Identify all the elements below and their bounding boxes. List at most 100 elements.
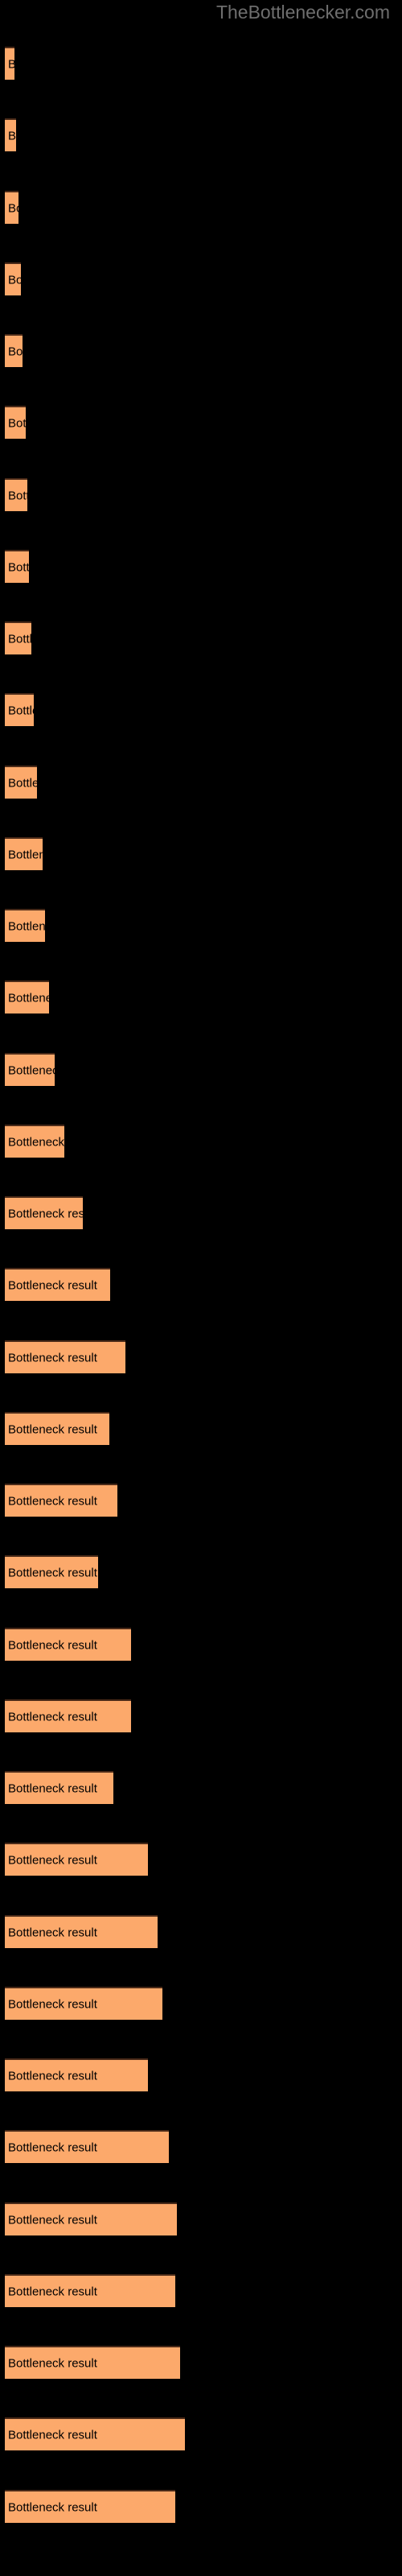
- bar-row: Bottleneck result: [0, 1196, 402, 1229]
- bar-label: Bottleneck result: [8, 2213, 97, 2227]
- bar-row: Bottleneck result: [0, 1628, 402, 1661]
- bar-label: Bottleneck result: [8, 1351, 97, 1364]
- bar-label: Bottleneck result: [8, 57, 14, 71]
- bar[interactable]: Bottleneck result: [5, 1268, 110, 1301]
- bar[interactable]: Bottleneck result: [5, 766, 37, 799]
- bar-row: Bottleneck result: [0, 2346, 402, 2379]
- bar-row: Bottleneck result: [0, 909, 402, 942]
- bar-label: Bottleneck result: [8, 1997, 97, 2011]
- bar-row: Bottleneck result: [0, 1125, 402, 1158]
- bar[interactable]: Bottleneck result: [5, 478, 27, 511]
- bar[interactable]: Bottleneck result: [5, 2202, 177, 2235]
- bar[interactable]: Bottleneck result: [5, 2274, 175, 2307]
- bar[interactable]: Bottleneck result: [5, 1771, 113, 1804]
- bar-label: Bottleneck result: [8, 704, 34, 717]
- bar-label: Bottleneck result: [8, 129, 16, 142]
- bar-label: Bottleneck result: [8, 345, 23, 358]
- bar[interactable]: Bottleneck result: [5, 621, 31, 654]
- bar[interactable]: Bottleneck result: [5, 262, 21, 295]
- bar[interactable]: Bottleneck result: [5, 2490, 175, 2523]
- bar-row: Bottleneck result: [0, 1268, 402, 1301]
- bar-label: Bottleneck result: [8, 1494, 97, 1508]
- bar-row: Bottleneck result: [0, 2058, 402, 2091]
- bar-row: Bottleneck result: [0, 406, 402, 439]
- bar-row: Bottleneck result: [0, 1915, 402, 1948]
- bar-label: Bottleneck result: [8, 1422, 97, 1436]
- bar-label: Bottleneck result: [8, 776, 37, 790]
- bar-row: Bottleneck result: [0, 478, 402, 511]
- bar[interactable]: Bottleneck result: [5, 191, 18, 224]
- bar-label: Bottleneck result: [8, 991, 49, 1005]
- bar[interactable]: Bottleneck result: [5, 334, 23, 367]
- bar-row: Bottleneck result: [0, 1699, 402, 1732]
- bar-label: Bottleneck result: [8, 1781, 97, 1795]
- bar[interactable]: Bottleneck result: [5, 118, 16, 151]
- bar-row: Bottleneck result: [0, 191, 402, 224]
- bar-label: Bottleneck result: [8, 1926, 97, 1939]
- bar[interactable]: Bottleneck result: [5, 1555, 98, 1588]
- bar-row: Bottleneck result: [0, 980, 402, 1013]
- bar-label: Bottleneck result: [8, 273, 21, 287]
- bar[interactable]: Bottleneck result: [5, 550, 29, 583]
- bar[interactable]: Bottleneck result: [5, 2058, 148, 2091]
- bar-label: Bottleneck result: [8, 2285, 97, 2298]
- bar-row: Bottleneck result: [0, 693, 402, 726]
- bar-label: Bottleneck result: [8, 1566, 97, 1579]
- bar-row: Bottleneck result: [0, 837, 402, 870]
- bar-label: Bottleneck result: [8, 2500, 97, 2514]
- bar-row: Bottleneck result: [0, 766, 402, 799]
- bar-label: Bottleneck result: [8, 560, 29, 574]
- bar-label: Bottleneck result: [8, 1135, 64, 1149]
- bar-row: Bottleneck result: [0, 47, 402, 80]
- bar-row: Bottleneck result: [0, 1843, 402, 1876]
- bar-row: Bottleneck result: [0, 334, 402, 367]
- bar-label: Bottleneck result: [8, 1063, 55, 1077]
- bar[interactable]: Bottleneck result: [5, 693, 34, 726]
- bar-label: Bottleneck result: [8, 2356, 97, 2370]
- bar-row: Bottleneck result: [0, 1484, 402, 1517]
- bar-label: Bottleneck result: [8, 1638, 97, 1652]
- bar[interactable]: Bottleneck result: [5, 1628, 131, 1661]
- bar[interactable]: Bottleneck result: [5, 406, 26, 439]
- bar-row: Bottleneck result: [0, 1340, 402, 1373]
- bar[interactable]: Bottleneck result: [5, 1987, 162, 2020]
- bar-label: Bottleneck result: [8, 632, 31, 646]
- bar-row: Bottleneck result: [0, 1987, 402, 2020]
- bar[interactable]: Bottleneck result: [5, 909, 45, 942]
- bar[interactable]: Bottleneck result: [5, 980, 49, 1013]
- bar-row: Bottleneck result: [0, 262, 402, 295]
- bar[interactable]: Bottleneck result: [5, 837, 43, 870]
- bar[interactable]: Bottleneck result: [5, 1196, 83, 1229]
- bar[interactable]: Bottleneck result: [5, 1843, 148, 1876]
- bar[interactable]: Bottleneck result: [5, 1125, 64, 1158]
- bar-label: Bottleneck result: [8, 2428, 97, 2442]
- bar-row: Bottleneck result: [0, 1053, 402, 1086]
- bar-label: Bottleneck result: [8, 1710, 97, 1724]
- bar-label: Bottleneck result: [8, 1853, 97, 1867]
- bar-label: Bottleneck result: [8, 1207, 83, 1220]
- bar-label: Bottleneck result: [8, 2140, 97, 2154]
- chart-page: TheBottlenecker.com Bottleneck resultBot…: [0, 0, 402, 2576]
- bar-label: Bottleneck result: [8, 1278, 97, 1292]
- bar-row: Bottleneck result: [0, 2490, 402, 2523]
- bar[interactable]: Bottleneck result: [5, 1915, 158, 1948]
- bar-label: Bottleneck result: [8, 489, 27, 502]
- bar[interactable]: Bottleneck result: [5, 2346, 180, 2379]
- bar[interactable]: Bottleneck result: [5, 1053, 55, 1086]
- bar[interactable]: Bottleneck result: [5, 1484, 117, 1517]
- bar[interactable]: Bottleneck result: [5, 1412, 109, 1445]
- bar-row: Bottleneck result: [0, 2417, 402, 2450]
- bar[interactable]: Bottleneck result: [5, 2417, 185, 2450]
- bar-row: Bottleneck result: [0, 1412, 402, 1445]
- bar-row: Bottleneck result: [0, 1771, 402, 1804]
- bar[interactable]: Bottleneck result: [5, 1699, 131, 1732]
- bar-row: Bottleneck result: [0, 1555, 402, 1588]
- bar-label: Bottleneck result: [8, 2069, 97, 2083]
- bar[interactable]: Bottleneck result: [5, 1340, 125, 1373]
- bar-label: Bottleneck result: [8, 848, 43, 861]
- bar[interactable]: Bottleneck result: [5, 2130, 169, 2163]
- bar[interactable]: Bottleneck result: [5, 47, 14, 80]
- bar-row: Bottleneck result: [0, 621, 402, 654]
- bar-row: Bottleneck result: [0, 550, 402, 583]
- bar-row: Bottleneck result: [0, 118, 402, 151]
